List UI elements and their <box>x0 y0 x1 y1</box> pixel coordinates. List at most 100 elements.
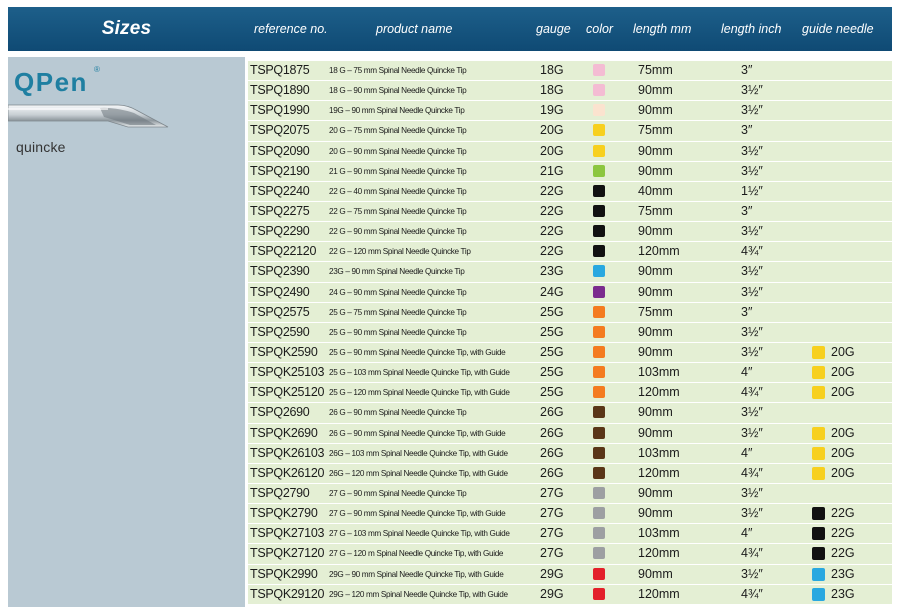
guide-needle-cell: 22G <box>831 526 855 541</box>
table-row: TSPQK2690 26 G – 90 mm Spinal Needle Qui… <box>248 423 892 444</box>
gauge-cell: 27G <box>540 526 564 541</box>
length-mm-cell: 90mm <box>638 264 673 279</box>
table-row: TSPQ1990 19G – 90 mm Spinal Needle Quinc… <box>248 101 892 122</box>
length-mm-cell: 90mm <box>638 163 673 178</box>
product-name-cell: 27 G – 103 mm Spinal Needle Quincke Tip,… <box>329 529 510 539</box>
product-name-cell: 25 G – 90 mm Spinal Needle Quincke Tip <box>329 327 467 337</box>
length-mm-cell: 120mm <box>638 385 680 400</box>
reference-cell: TSPQ2390 <box>250 264 310 279</box>
length-mm-cell: 120mm <box>638 465 680 480</box>
gauge-cell: 19G <box>540 103 564 118</box>
product-name-cell: 22 G – 75 mm Spinal Needle Quincke Tip <box>329 206 467 216</box>
length-inch-cell: 1½″ <box>741 183 763 198</box>
reference-cell: TSPQ2290 <box>250 224 310 239</box>
gauge-cell: 25G <box>540 344 564 359</box>
table-row: TSPQ2275 22 G – 75 mm Spinal Needle Quin… <box>248 201 892 223</box>
length-inch-cell: 3½″ <box>741 344 763 359</box>
reference-cell: TSPQ2575 <box>250 304 310 319</box>
header-product: product name <box>376 22 453 36</box>
header-length-inch: length inch <box>721 22 782 36</box>
length-inch-cell: 4¾″ <box>741 385 763 400</box>
guide-needle-cell: 20G <box>831 425 855 440</box>
table-row: TSPQK26120 26G – 120 mm Spinal Needle Qu… <box>248 463 892 484</box>
color-swatch <box>593 426 605 439</box>
reference-cell: TSPQK2590 <box>250 344 318 359</box>
catalog-frame: Sizes reference no. product name gauge c… <box>8 7 892 607</box>
gauge-cell: 22G <box>540 203 564 218</box>
length-mm-cell: 120mm <box>638 586 680 601</box>
length-mm-cell: 90mm <box>638 485 673 500</box>
needle-tip-icon <box>8 104 169 128</box>
reference-cell: TSPQ2490 <box>250 284 310 299</box>
header-length-mm: length mm <box>633 22 692 36</box>
guide-color-swatch <box>812 567 825 581</box>
color-swatch <box>593 104 605 117</box>
reference-cell: TSPQ2275 <box>250 203 310 218</box>
table-row: TSPQK27120 27 G – 120 m Spinal Needle Qu… <box>248 544 892 565</box>
color-swatch <box>593 305 605 318</box>
reference-cell: TSPQ2240 <box>250 183 310 198</box>
guide-color-swatch <box>812 547 825 561</box>
gauge-cell: 25G <box>540 385 564 400</box>
table-header: Sizes reference no. product name gauge c… <box>8 7 892 51</box>
brand-panel: QPen ® quincke <box>8 57 245 607</box>
length-inch-cell: 3½″ <box>741 83 763 98</box>
color-swatch <box>593 144 605 157</box>
guide-needle-cell: 20G <box>831 445 855 460</box>
product-name-cell: 20 G – 75 mm Spinal Needle Quincke Tip <box>329 126 467 136</box>
color-swatch <box>593 124 605 137</box>
guide-needle-cell: 23G <box>831 586 855 601</box>
color-swatch <box>593 345 605 358</box>
length-inch-cell: 3″ <box>741 304 753 319</box>
reference-cell: TSPQ2090 <box>250 143 310 158</box>
length-mm-cell: 40mm <box>638 183 673 198</box>
table-row: TSPQ2290 22 G – 90 mm Spinal Needle Quin… <box>248 222 892 243</box>
guide-needle-cell: 20G <box>831 465 855 480</box>
gauge-cell: 26G <box>540 445 564 460</box>
length-mm-cell: 103mm <box>638 365 680 380</box>
reference-cell: TSPQK27120 <box>250 546 325 561</box>
reference-cell: TSPQ22120 <box>250 244 317 259</box>
color-swatch <box>593 567 605 580</box>
color-swatch <box>593 84 605 97</box>
length-mm-cell: 90mm <box>638 506 673 521</box>
reference-cell: TSPQ2690 <box>250 405 310 420</box>
reference-cell: TSPQK2790 <box>250 506 318 521</box>
table-row: TSPQK2790 27 G – 90 mm Spinal Needle Qui… <box>248 504 892 525</box>
product-name-cell: 25 G – 75 mm Spinal Needle Quincke Tip <box>329 307 467 317</box>
product-name-cell: 19G – 90 mm Spinal Needle Quincke Tip <box>329 106 465 116</box>
color-swatch <box>593 547 605 560</box>
gauge-cell: 21G <box>540 163 564 178</box>
product-name-cell: 26G – 120 mm Spinal Needle Quincke Tip, … <box>329 468 508 478</box>
header-guide: guide needle <box>802 22 874 36</box>
table-row: TSPQ2075 20 G – 75 mm Spinal Needle Quin… <box>248 121 892 142</box>
gauge-cell: 22G <box>540 224 564 239</box>
gauge-cell: 23G <box>540 264 564 279</box>
table-row: TSPQ2090 20 G – 90 mm Spinal Needle Quin… <box>248 141 892 162</box>
color-swatch <box>593 446 605 459</box>
product-name-cell: 26G – 103 mm Spinal Needle Quincke Tip, … <box>329 448 508 458</box>
gauge-cell: 20G <box>540 143 564 158</box>
guide-color-swatch <box>812 366 825 380</box>
guide-needle-cell: 22G <box>831 546 855 561</box>
guide-color-swatch <box>812 426 825 440</box>
length-inch-cell: 3½″ <box>741 566 763 581</box>
guide-color-swatch <box>812 386 825 400</box>
gauge-cell: 26G <box>540 425 564 440</box>
reference-cell: TSPQ2790 <box>250 485 310 500</box>
reference-cell: TSPQK27103 <box>250 526 325 541</box>
length-inch-cell: 4¾″ <box>741 586 763 601</box>
reference-cell: TSPQK29120 <box>250 586 325 601</box>
gauge-cell: 22G <box>540 183 564 198</box>
color-swatch <box>593 386 605 399</box>
table-row: TSPQ2390 23G – 90 mm Spinal Needle Quinc… <box>248 262 892 283</box>
product-name-cell: 18 G – 75 mm Spinal Needle Quincke Tip <box>329 66 467 75</box>
length-inch-cell: 4¾″ <box>741 546 763 561</box>
color-swatch <box>593 486 605 499</box>
length-mm-cell: 75mm <box>638 304 673 319</box>
length-inch-cell: 3½″ <box>741 506 763 521</box>
reference-cell: TSPQK2690 <box>250 425 318 440</box>
product-name-cell: 25 G – 103 mm Spinal Needle Quincke Tip,… <box>329 368 510 378</box>
length-inch-cell: 3½″ <box>741 485 763 500</box>
brand-name: QPen <box>14 67 88 97</box>
